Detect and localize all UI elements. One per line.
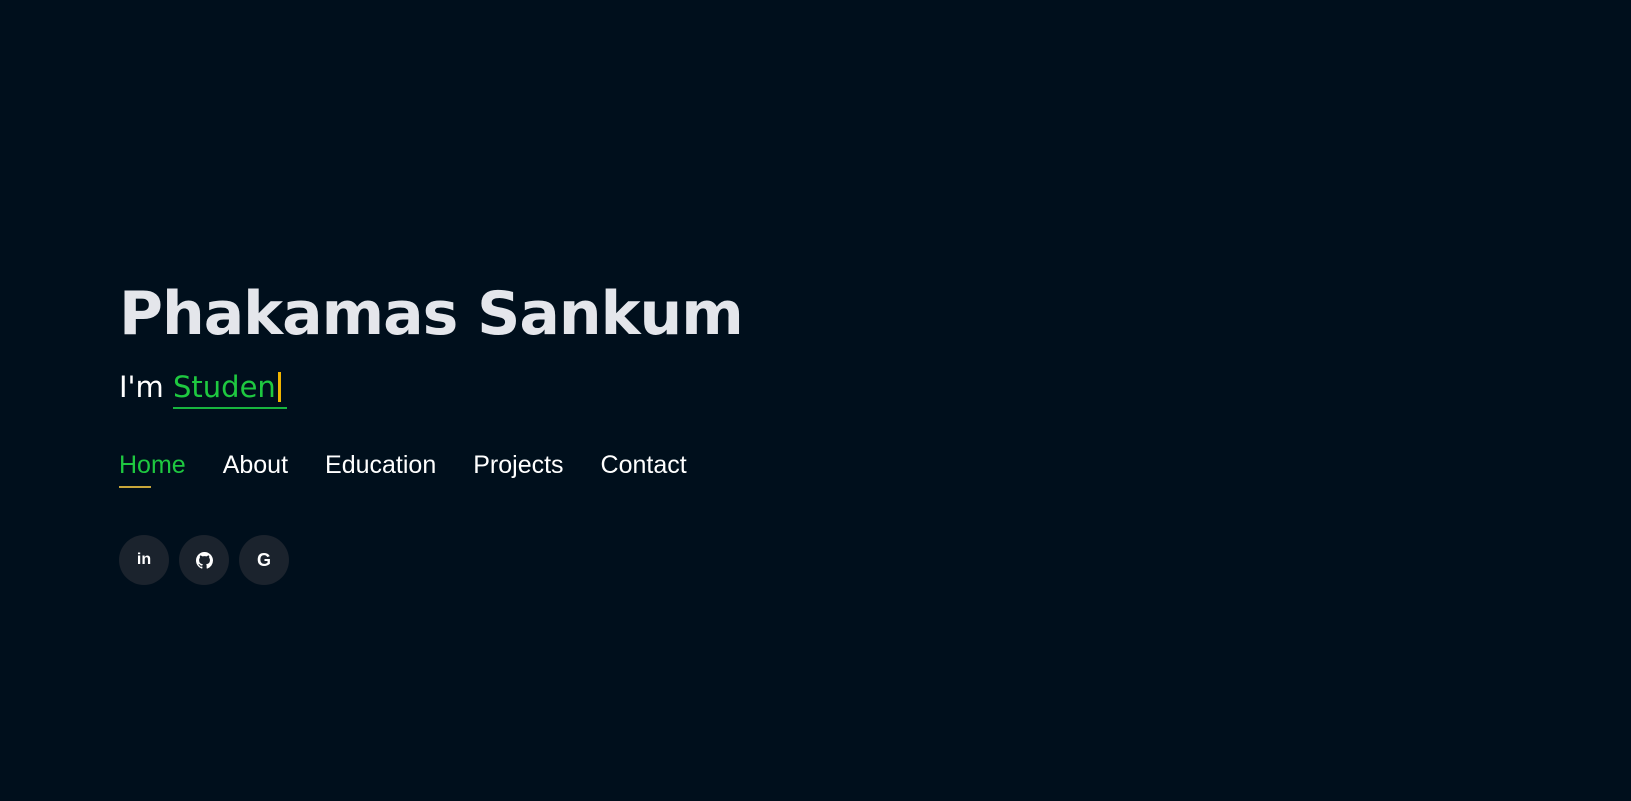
hero-name: Phakamas Sankum <box>119 279 744 349</box>
github-button[interactable] <box>179 535 229 585</box>
main-nav: Home About Education Projects Contact <box>119 449 687 488</box>
typed-text: Studen <box>173 370 276 404</box>
nav-item-contact[interactable]: Contact <box>601 449 687 481</box>
nav-item-home[interactable]: Home <box>119 449 186 488</box>
google-icon: G <box>256 549 271 570</box>
typed-text-wrapper: Studen <box>173 369 287 409</box>
google-button[interactable]: G <box>239 535 289 585</box>
hero-tagline: I'm Studen <box>119 369 287 409</box>
tagline-prefix: I'm <box>119 370 164 404</box>
linkedin-icon: in <box>136 551 152 568</box>
github-icon <box>195 551 213 569</box>
nav-item-about[interactable]: About <box>223 449 288 481</box>
nav-item-education[interactable]: Education <box>325 449 436 481</box>
typing-cursor <box>277 372 281 402</box>
nav-item-projects[interactable]: Projects <box>473 449 563 481</box>
social-links: in G <box>119 535 289 585</box>
hero-section: Phakamas Sankum I'm Studen Home About Ed… <box>119 278 1019 585</box>
linkedin-button[interactable]: in <box>119 535 169 585</box>
